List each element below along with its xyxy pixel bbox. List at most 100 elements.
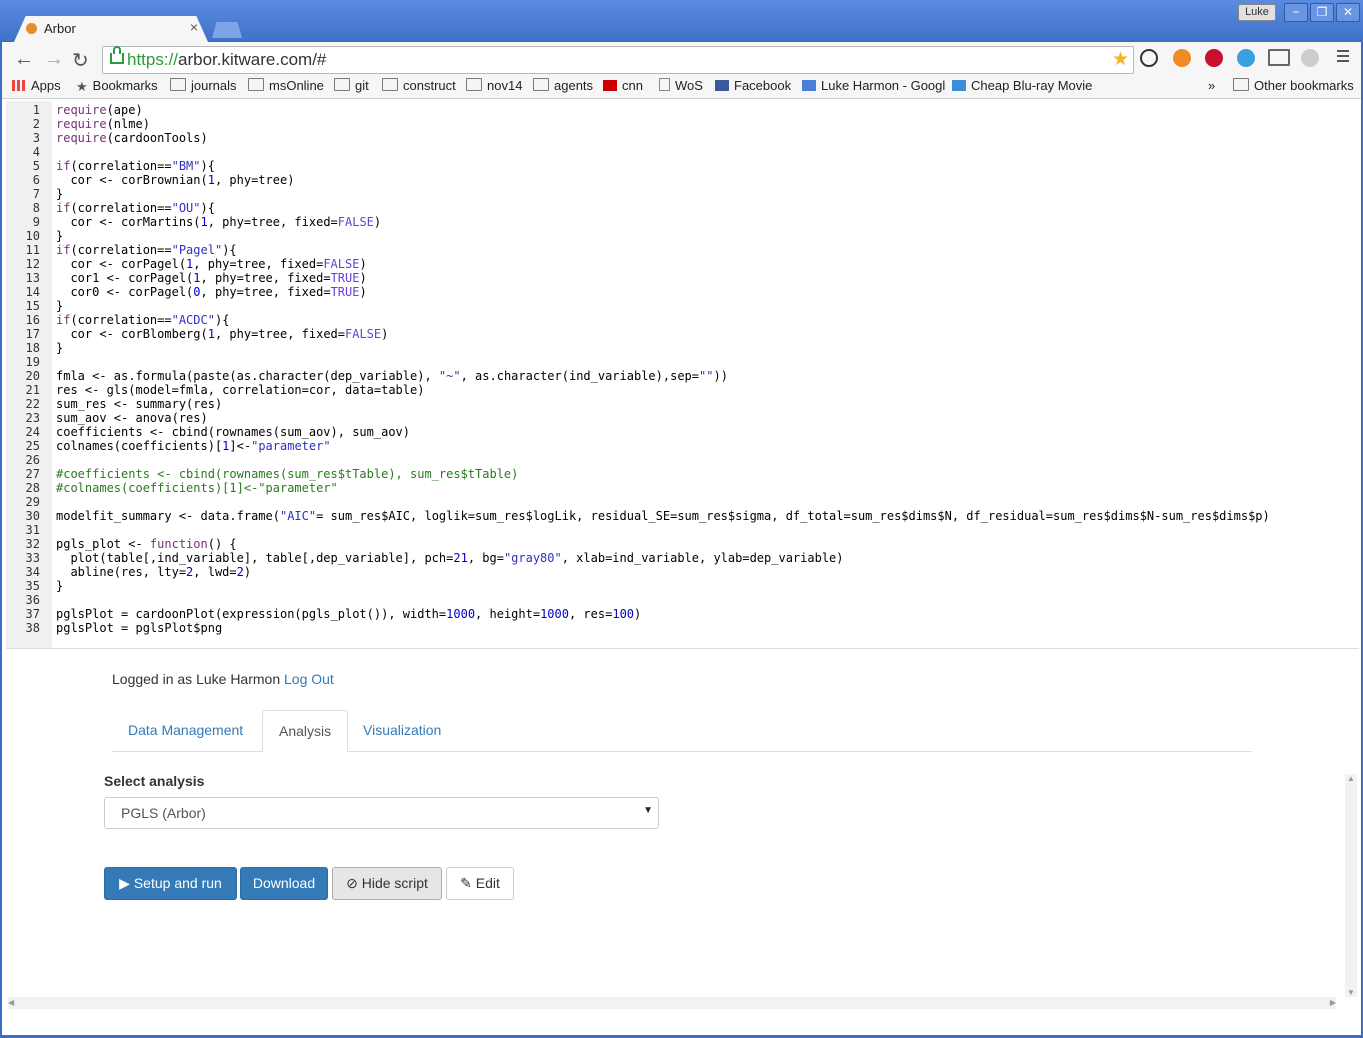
scroll-up-arrow-icon[interactable]: ▲ [1347, 774, 1355, 783]
bookmark-cnn[interactable]: cnn [603, 78, 643, 93]
code-text: require(cardoonTools) [56, 131, 208, 145]
extension-shield-icon[interactable] [1301, 49, 1319, 67]
line-number: 21 [25, 383, 40, 397]
horizontal-scrollbar[interactable]: ◀ ▶ [8, 997, 1336, 1009]
ghostery-icon[interactable] [1237, 49, 1255, 67]
forward-arrow-icon[interactable]: → [44, 48, 64, 71]
line-number: 20 [25, 369, 40, 383]
login-status: Logged in as Luke Harmon Log Out [112, 671, 334, 687]
new-tab-button[interactable] [212, 22, 242, 38]
line-number: 13 [25, 271, 40, 285]
bookmark-apps[interactable]: Apps [12, 78, 61, 93]
line-number: 27 [25, 467, 40, 481]
code-text: if(correlation=="OU"){ [56, 201, 215, 215]
bookmarks-overflow-button[interactable]: » [1208, 78, 1215, 93]
back-arrow-icon[interactable]: ← [14, 48, 34, 71]
tab-analysis[interactable]: Analysis [262, 710, 349, 753]
restore-button[interactable]: ❐ [1310, 3, 1334, 22]
line-number: 19 [25, 355, 40, 369]
bookmark-bookmarks[interactable]: ★ Bookmarks [76, 78, 158, 94]
code-text: cor <- corBrownian(1, phy=tree) [56, 173, 295, 187]
tab-visualization[interactable]: Visualization [347, 710, 457, 750]
scholar-icon [802, 80, 816, 91]
scroll-right-arrow-icon[interactable]: ▶ [1330, 998, 1336, 1007]
folder-icon [170, 78, 186, 91]
setup-and-run-button[interactable]: ▶ Setup and run [104, 867, 237, 900]
line-number: 22 [25, 397, 40, 411]
dropdown-caret-icon: ▼ [643, 805, 653, 816]
code-text: cor1 <- corPagel(1, phy=tree, fixed=TRUE… [56, 271, 367, 285]
code-text: pgls_plot <- function() { [56, 537, 237, 551]
code-text: } [56, 229, 64, 243]
bookmark-journals[interactable]: journals [170, 78, 237, 93]
vertical-scrollbar[interactable]: ▲ ▼ [1345, 774, 1357, 997]
code-editor[interactable]: 1 require(ape) 2 require(nlme) 3 require(card… [6, 101, 1359, 648]
bookmark-star-icon[interactable]: ★ [1112, 48, 1129, 71]
scroll-down-arrow-icon[interactable]: ▼ [1347, 988, 1355, 997]
code-text: if(correlation=="BM"){ [56, 159, 215, 173]
browser-tab[interactable]: Arbor × [14, 16, 208, 42]
code-text: plot(table[,ind_variable], table[,dep_va… [56, 551, 844, 565]
line-number: 23 [25, 411, 40, 425]
bookmark-bluray[interactable]: Cheap Blu-ray Movie [952, 78, 1092, 93]
bookmark-construct[interactable]: construct [382, 78, 456, 93]
close-window-button[interactable]: ✕ [1336, 3, 1360, 22]
line-number: 8 [32, 201, 40, 215]
app-panel: Logged in as Luke Harmon Log Out Data Ma… [54, 649, 1344, 1035]
code-text: modelfit_summary <- data.frame("AIC"= su… [56, 509, 1270, 523]
line-number: 3 [32, 131, 40, 145]
tab-data-management[interactable]: Data Management [112, 710, 259, 750]
chrome-menu-icon[interactable] [1337, 50, 1349, 65]
bookmark-msonline[interactable]: msOnline [248, 78, 324, 93]
other-bookmarks[interactable]: Other bookmarks [1233, 78, 1354, 93]
line-number: 36 [25, 593, 40, 607]
cast-icon[interactable] [1268, 49, 1290, 66]
tab-title: Arbor [44, 21, 76, 36]
line-number: 24 [25, 425, 40, 439]
minimize-button[interactable]: − [1284, 3, 1308, 22]
url-text: https://arbor.kitware.com/# [127, 50, 327, 69]
code-text: require(nlme) [56, 117, 150, 131]
bookmark-wos[interactable]: WoS [659, 78, 703, 93]
line-number: 16 [25, 313, 40, 327]
bookmark-scholar[interactable]: Luke Harmon - Googl [802, 78, 945, 93]
line-number: 7 [32, 187, 40, 201]
hide-script-button[interactable]: ⊘ Hide script [332, 867, 442, 900]
scroll-left-arrow-icon[interactable]: ◀ [8, 998, 14, 1007]
tab-close-icon[interactable]: × [190, 19, 198, 35]
line-number: 25 [25, 439, 40, 453]
facebook-icon [715, 80, 729, 91]
bookmark-agents[interactable]: agents [533, 78, 593, 93]
bookmark-git[interactable]: git [334, 78, 369, 93]
cnn-icon [603, 80, 617, 91]
edit-button[interactable]: ✎ Edit [446, 867, 514, 900]
line-number: 10 [25, 229, 40, 243]
line-number: 4 [32, 145, 40, 159]
logout-link[interactable]: Log Out [284, 671, 334, 687]
adblock-icon[interactable] [1205, 49, 1223, 67]
line-number: 5 [32, 159, 40, 173]
extension-s-icon[interactable] [1140, 49, 1158, 67]
analysis-select[interactable]: PGLS (Arbor) ▼ [104, 797, 659, 829]
b-icon [952, 80, 966, 91]
line-number: 15 [25, 299, 40, 313]
line-number: 34 [25, 565, 40, 579]
reload-icon[interactable]: ↻ [72, 48, 89, 73]
line-number: 32 [25, 537, 40, 551]
bookmark-nov14[interactable]: nov14 [466, 78, 522, 93]
address-bar[interactable]: https://arbor.kitware.com/# ★ [102, 46, 1134, 74]
line-number: 2 [32, 117, 40, 131]
line-number: 17 [25, 327, 40, 341]
profile-button[interactable]: Luke [1238, 4, 1276, 21]
folder-icon [466, 78, 482, 91]
extension-b-icon[interactable] [1173, 49, 1191, 67]
download-button[interactable]: Download [240, 867, 328, 900]
bookmarks-bar: Apps ★ Bookmarks journals msOnline git co… [2, 76, 1361, 99]
code-text: cor <- corPagel(1, phy=tree, fixed=FALSE… [56, 257, 367, 271]
line-number: 33 [25, 551, 40, 565]
code-text: abline(res, lty=2, lwd=2) [56, 565, 252, 579]
analysis-tabs: Data Management Analysis Visualization [112, 710, 1252, 753]
line-number: 9 [32, 215, 40, 229]
bookmark-facebook[interactable]: Facebook [715, 78, 791, 93]
folder-icon [334, 78, 350, 91]
